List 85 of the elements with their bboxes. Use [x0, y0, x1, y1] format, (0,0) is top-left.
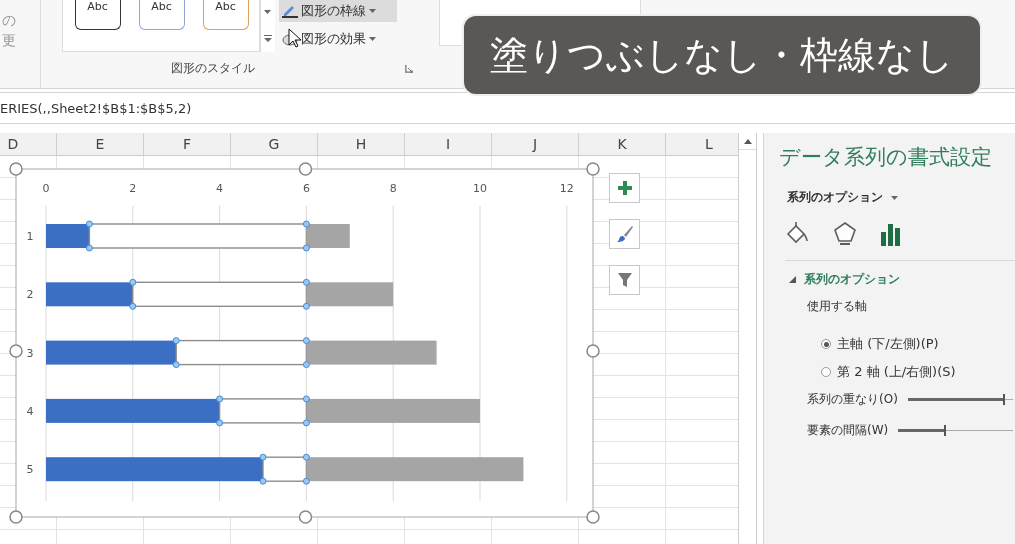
expanded-icon	[789, 276, 796, 283]
dialog-launcher-icon[interactable]	[405, 64, 413, 73]
selection-handle[interactable]	[302, 477, 310, 485]
selection-handle[interactable]	[259, 453, 267, 461]
paint-bucket-icon	[786, 221, 808, 244]
axis-label: 12	[559, 182, 574, 195]
column-header[interactable]: G	[231, 133, 318, 155]
axis-label: 4	[216, 182, 224, 195]
resize-handle[interactable]	[586, 510, 600, 524]
category-label: 2	[26, 288, 34, 302]
selection-handle[interactable]	[302, 220, 310, 228]
bar-chart-icon	[881, 224, 900, 246]
formula-text[interactable]: ERIES(,,Sheet2!$B$1:$B$5,2)	[0, 100, 192, 116]
pencil-line-icon	[281, 4, 298, 18]
selection-handle[interactable]	[129, 302, 137, 310]
slider-label: 要素の間隔(W)	[807, 422, 889, 439]
selection-handle[interactable]	[302, 302, 310, 310]
field-label: 使用する軸	[807, 298, 868, 315]
axis-label: 6	[302, 182, 310, 195]
pane-tab[interactable]	[831, 220, 859, 248]
axis-label: 0	[42, 182, 50, 195]
selection-handle[interactable]	[85, 220, 93, 228]
category-label: 5	[26, 463, 34, 477]
category-label: 3	[26, 346, 34, 360]
slider-label: 系列の重なり(O)	[807, 391, 898, 408]
caret-icon	[368, 37, 376, 41]
resize-handle[interactable]	[9, 344, 23, 358]
selection-handle[interactable]	[302, 278, 310, 286]
selection-handle[interactable]	[302, 244, 310, 252]
mouse-cursor-icon	[288, 28, 302, 48]
chart-styles-button[interactable]	[609, 219, 640, 249]
selection-handle[interactable]	[216, 419, 224, 427]
brush-icon	[615, 225, 634, 243]
radio-button[interactable]	[821, 339, 831, 349]
selection-handle[interactable]	[302, 337, 310, 345]
selection-handle[interactable]	[216, 395, 224, 403]
more-icon[interactable]	[263, 34, 272, 42]
selection-handle[interactable]	[129, 278, 137, 286]
column-header[interactable]: J	[492, 133, 579, 155]
category-label: 4	[26, 404, 34, 418]
selection-handle[interactable]	[85, 244, 93, 252]
resize-handle[interactable]	[586, 344, 600, 358]
plus-icon	[617, 181, 632, 195]
column-header[interactable]: I	[405, 133, 492, 155]
chart-elements-button[interactable]	[609, 173, 640, 203]
radio-option[interactable]: 第 2 軸 (上/右側)(S)	[821, 363, 1015, 381]
resize-handle[interactable]	[586, 162, 600, 176]
selection-handle[interactable]	[172, 337, 180, 345]
selection-handle[interactable]	[302, 453, 310, 461]
chart-filters-button[interactable]	[609, 265, 640, 295]
selection-handle[interactable]	[302, 395, 310, 403]
selection-handle[interactable]	[302, 361, 310, 369]
filter-icon	[616, 272, 633, 288]
selection-handle[interactable]	[302, 419, 310, 427]
column-header[interactable]: E	[57, 133, 144, 155]
resize-handle[interactable]	[9, 510, 23, 524]
resize-handle[interactable]	[298, 510, 313, 524]
selection-handle[interactable]	[172, 361, 180, 369]
options-dropdown[interactable]: 系列のオプション	[787, 189, 898, 206]
selection-handle[interactable]	[259, 477, 267, 485]
pane-title: データ系列の書式設定	[779, 144, 993, 171]
axis-label: 8	[389, 182, 397, 195]
pentagon-icon	[834, 222, 856, 245]
group-label: 図形のスタイル	[171, 60, 255, 77]
shape-style-item[interactable]: Abc	[202, 0, 249, 30]
resize-handle[interactable]	[298, 162, 313, 176]
column-header[interactable]: D	[0, 133, 57, 155]
column-header[interactable]: K	[579, 133, 666, 155]
caret-icon	[891, 195, 898, 200]
caret-icon	[368, 9, 376, 13]
column-header[interactable]: H	[318, 133, 405, 155]
axis-label: 2	[129, 182, 137, 195]
ribbon-button[interactable]: 図形の枠線	[278, 0, 397, 22]
resize-handle[interactable]	[9, 162, 23, 176]
section-header[interactable]: 系列のオプション	[789, 271, 900, 288]
caption-overlay: 塗りつぶしなし・枠線なし	[462, 14, 982, 96]
radio-button[interactable]	[821, 367, 831, 377]
category-label: 1	[26, 230, 34, 243]
radio-option[interactable]: 主軸 (下/左側)(P)	[821, 335, 1015, 353]
shape-style-item[interactable]: Abc	[138, 0, 185, 30]
column-header[interactable]: F	[144, 133, 231, 155]
shape-style-item[interactable]: Abc	[74, 0, 121, 30]
scroll-down-icon	[264, 10, 271, 15]
scroll-up-icon[interactable]	[743, 138, 752, 144]
axis-label: 10	[473, 182, 487, 195]
